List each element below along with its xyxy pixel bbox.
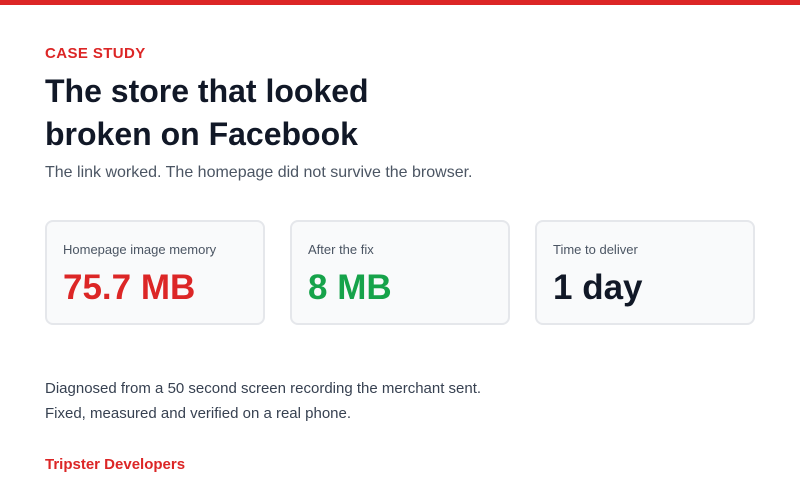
stat-label: Time to deliver (553, 242, 638, 257)
eyebrow-label: CASE STUDY (45, 45, 146, 62)
stat-value: 75.7 MB (63, 268, 196, 307)
case-study-page: CASE STUDY The store that looked broken … (0, 0, 800, 500)
verification-note: Fixed, measured and verified on a real p… (45, 405, 352, 422)
diagnosis-note: Diagnosed from a 50 second screen record… (45, 380, 482, 397)
stat-value: 8 MB (308, 268, 392, 307)
stat-card-image-memory: Homepage image memory 75.7 MB (45, 220, 265, 325)
stat-label: After the fix (308, 242, 374, 257)
stat-value: 1 day (553, 268, 643, 307)
page-title: The store that looked broken on Facebook (45, 73, 369, 152)
brand-name: Tripster Developers (45, 456, 186, 473)
stat-card-after-fix: After the fix 8 MB (290, 220, 510, 325)
page-subtitle: The link worked. The homepage did not su… (45, 164, 473, 181)
stat-card-time-to-deliver: Time to deliver 1 day (535, 220, 755, 325)
stat-label: Homepage image memory (63, 242, 217, 257)
accent-top-bar (0, 0, 800, 5)
